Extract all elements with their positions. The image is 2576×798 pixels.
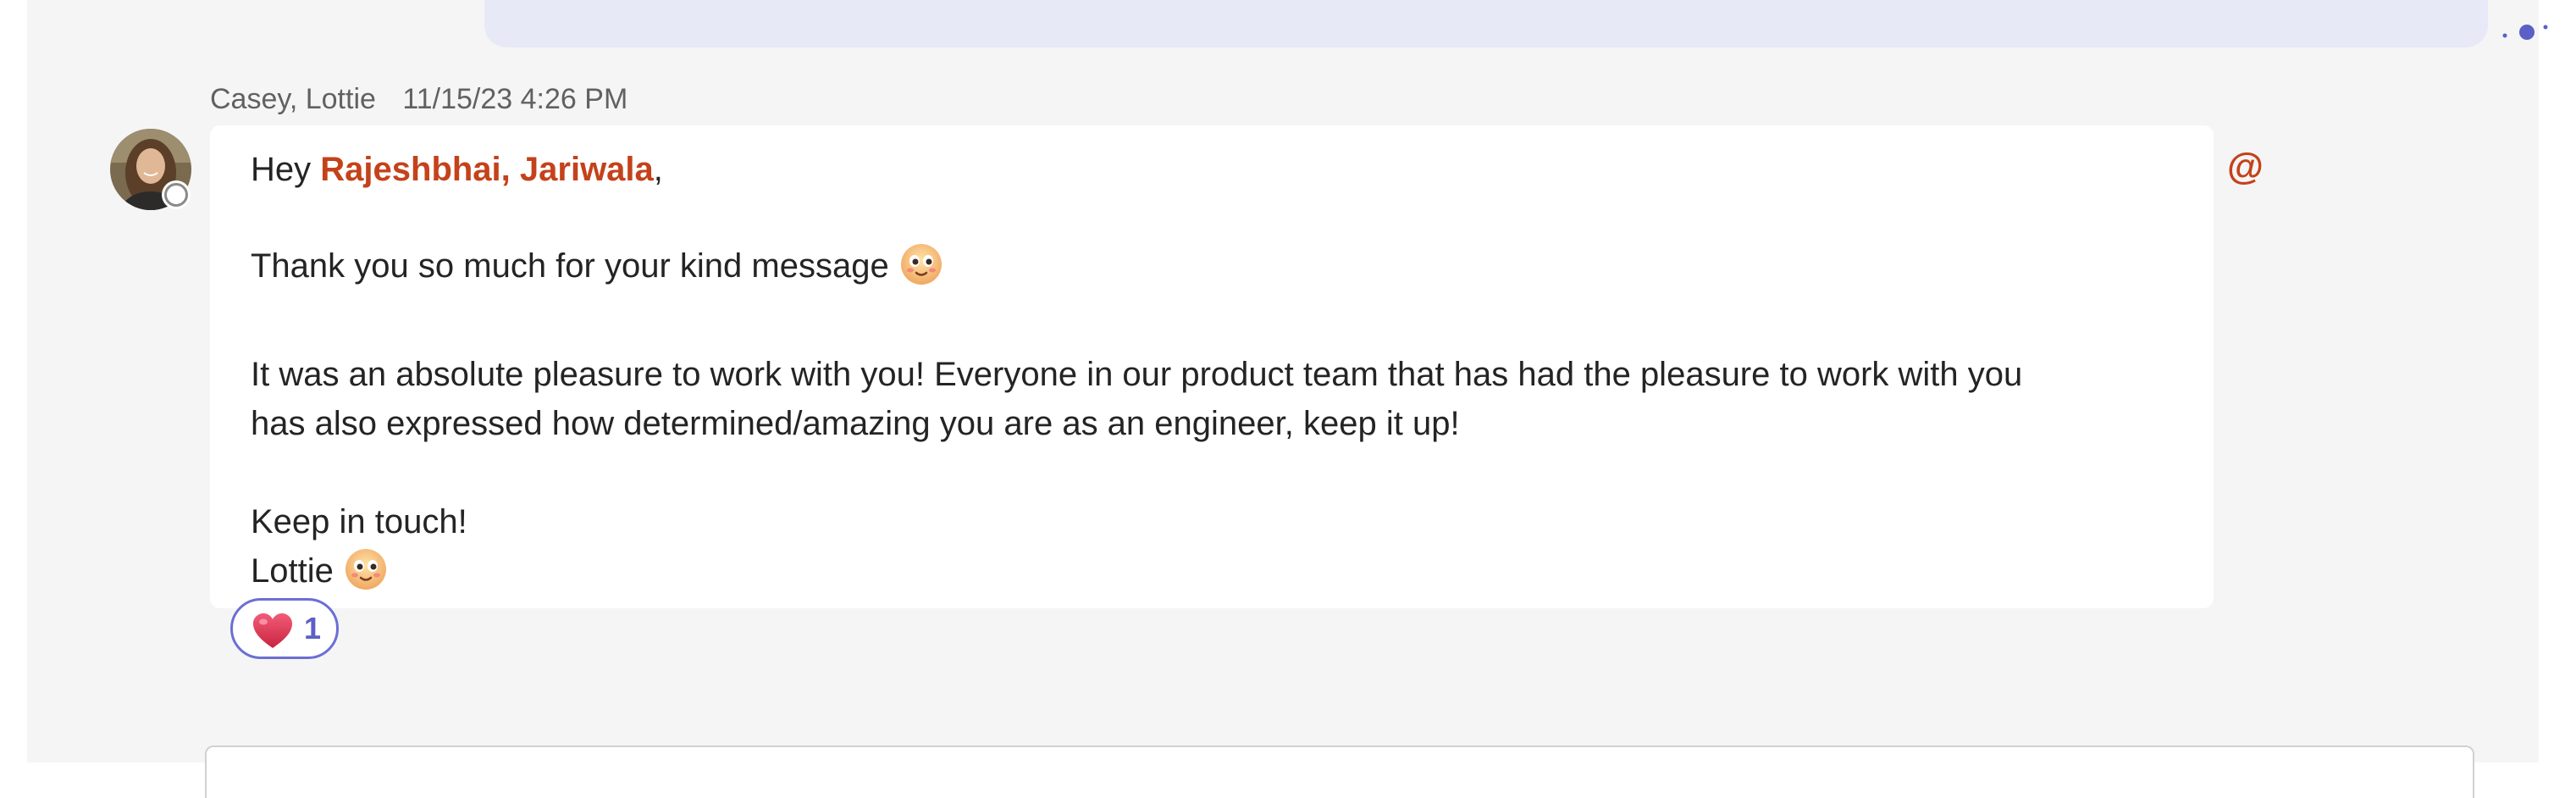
message-closing-line: Keep in touch! (251, 503, 467, 540)
smiling-face-emoji-icon (345, 549, 386, 590)
signature-text: Lottie (251, 552, 334, 590)
thanks-text: Thank you so much for your kind message (251, 247, 889, 285)
reply-compose-box[interactable] (205, 745, 2474, 798)
heart-icon (253, 613, 292, 648)
sender-name: Casey, Lottie (210, 83, 376, 115)
message-signature-line: Lottie (251, 549, 388, 595)
message-greeting-line: Hey Rajeshbhai, Jariwala, (251, 149, 663, 190)
mention-indicator-icon: @ (2227, 146, 2264, 187)
message-thanks-line: Thank you so much for your kind message (251, 244, 943, 290)
message-header: Casey, Lottie 11/15/23 4:26 PM (210, 83, 627, 116)
user-mention[interactable]: Rajeshbhai, Jariwala (320, 151, 654, 188)
message-timestamp: 11/15/23 4:26 PM (402, 83, 628, 115)
greeting-text: Hey (251, 151, 312, 188)
message-body-line-1: It was an absolute pleasure to work with… (251, 356, 2023, 393)
previous-message-bubble[interactable] (484, 0, 2488, 47)
greeting-comma: , (653, 151, 663, 188)
message-body-line-2: has also expressed how determined/amazin… (251, 405, 1460, 442)
heart-reaction-button[interactable]: 1 (230, 598, 339, 659)
smiling-face-emoji-icon (900, 244, 942, 285)
read-receipt-icon (2502, 25, 2548, 40)
reaction-count: 1 (304, 611, 322, 646)
presence-status-icon (164, 183, 188, 207)
